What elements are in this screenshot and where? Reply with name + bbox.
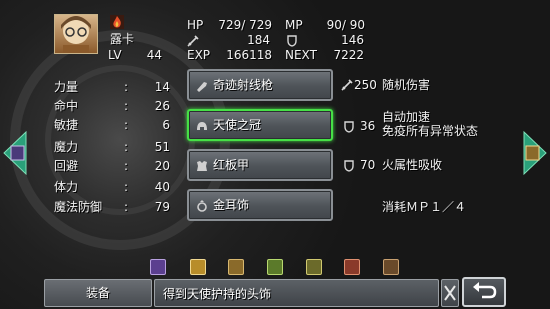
helmet-icon xyxy=(195,118,209,132)
stat-colon: : xyxy=(124,200,129,214)
defense-value: 146 xyxy=(341,33,364,47)
stat-colon: : xyxy=(124,99,129,113)
attack-sword-icon xyxy=(186,33,200,47)
level-value: 44 xyxy=(146,48,162,62)
bronze-item-icon[interactable] xyxy=(228,259,244,275)
equip-slot-head[interactable]: 天使之冠 xyxy=(187,109,333,141)
exp-label: EXP xyxy=(187,48,211,62)
olive-item-icon[interactable] xyxy=(306,259,322,275)
stat-colon: : xyxy=(124,80,129,94)
equip-slot-accessory[interactable]: 金耳饰 xyxy=(187,189,333,221)
stat-colon: : xyxy=(124,118,129,132)
red-item-icon[interactable] xyxy=(344,259,360,275)
mp-value: 90/ 90 xyxy=(326,18,365,32)
stat-value-magic: 51 xyxy=(154,140,170,154)
equip-slot-body[interactable]: 红板甲 xyxy=(187,149,333,181)
next-value: 7222 xyxy=(333,48,364,62)
body-effect-text: 火属性吸收 xyxy=(382,158,443,172)
stat-label-magic: 魔力 xyxy=(54,140,79,154)
shield-icon xyxy=(342,158,356,172)
green-item-icon[interactable] xyxy=(267,259,283,275)
equip-slot-label: 红板甲 xyxy=(213,158,250,172)
ring-icon xyxy=(195,198,209,212)
weapon-effect-value: 250 xyxy=(354,78,377,92)
stat-value-strength: 14 xyxy=(154,80,170,94)
stat-label-evasion: 回避 xyxy=(54,159,79,173)
next-label: NEXT xyxy=(285,48,317,62)
gun-icon xyxy=(195,78,209,92)
sword-icon xyxy=(340,77,354,91)
stat-value-evasion: 20 xyxy=(154,159,170,173)
attack-value: 184 xyxy=(247,33,270,47)
equip-slot-label: 天使之冠 xyxy=(213,118,262,132)
stat-colon: : xyxy=(124,180,129,194)
head-effect-line2: 免疫所有异常状态 xyxy=(382,124,479,138)
level-label: LV xyxy=(108,48,122,62)
previous-character-arrow[interactable] xyxy=(2,130,28,176)
purple-gem-icon[interactable] xyxy=(150,259,166,275)
mp-label: MP xyxy=(285,18,303,32)
shield-icon xyxy=(342,119,356,133)
hp-label: HP xyxy=(187,18,204,32)
weapon-effect-text: 随机伤害 xyxy=(382,78,431,92)
defense-shield-icon xyxy=(285,33,299,47)
stat-colon: : xyxy=(124,159,129,173)
next-character-arrow[interactable] xyxy=(522,130,548,176)
character-portrait xyxy=(54,14,98,54)
equip-button[interactable]: 装备 xyxy=(44,279,152,307)
character-name: 露卡 xyxy=(110,32,135,46)
stat-colon: : xyxy=(124,140,129,154)
return-arrow-icon xyxy=(473,282,497,299)
x-icon xyxy=(444,285,456,301)
hp-value: 729/ 729 xyxy=(218,18,272,32)
stat-label-strength: 力量 xyxy=(54,80,79,94)
stat-value-magic-defense: 79 xyxy=(154,200,170,214)
brown-item-icon[interactable] xyxy=(383,259,399,275)
armor-icon xyxy=(195,158,209,172)
back-button[interactable] xyxy=(462,277,506,307)
stat-value-accuracy: 26 xyxy=(154,99,170,113)
stat-label-magic-defense: 魔法防御 xyxy=(54,200,103,214)
exp-value: 166118 xyxy=(226,48,272,62)
equip-slot-label: 奇迹射线枪 xyxy=(213,78,274,92)
stat-label-accuracy: 命中 xyxy=(54,99,79,113)
stat-value-agility: 6 xyxy=(162,118,170,132)
fire-element-icon xyxy=(110,14,124,29)
body-effect-value: 70 xyxy=(360,158,376,172)
equip-slot-weapon[interactable]: 奇迹射线枪 xyxy=(187,69,333,101)
head-effect-line1: 自动加速 xyxy=(382,110,431,124)
equip-slot-label: 金耳饰 xyxy=(213,198,250,212)
item-description-box: 得到天使护持的头饰 xyxy=(154,279,439,307)
head-effect-value: 36 xyxy=(360,119,376,133)
stat-label-stamina: 体力 xyxy=(54,180,79,194)
item-description: 得到天使护持的头饰 xyxy=(163,287,272,301)
gold-item-icon[interactable] xyxy=(190,259,206,275)
accessory-effect-text: 消耗ＭＰ１／４ xyxy=(382,200,467,214)
stat-value-stamina: 40 xyxy=(154,180,170,194)
stat-label-agility: 敏捷 xyxy=(54,118,79,132)
remove-equipment-button[interactable] xyxy=(441,279,459,307)
